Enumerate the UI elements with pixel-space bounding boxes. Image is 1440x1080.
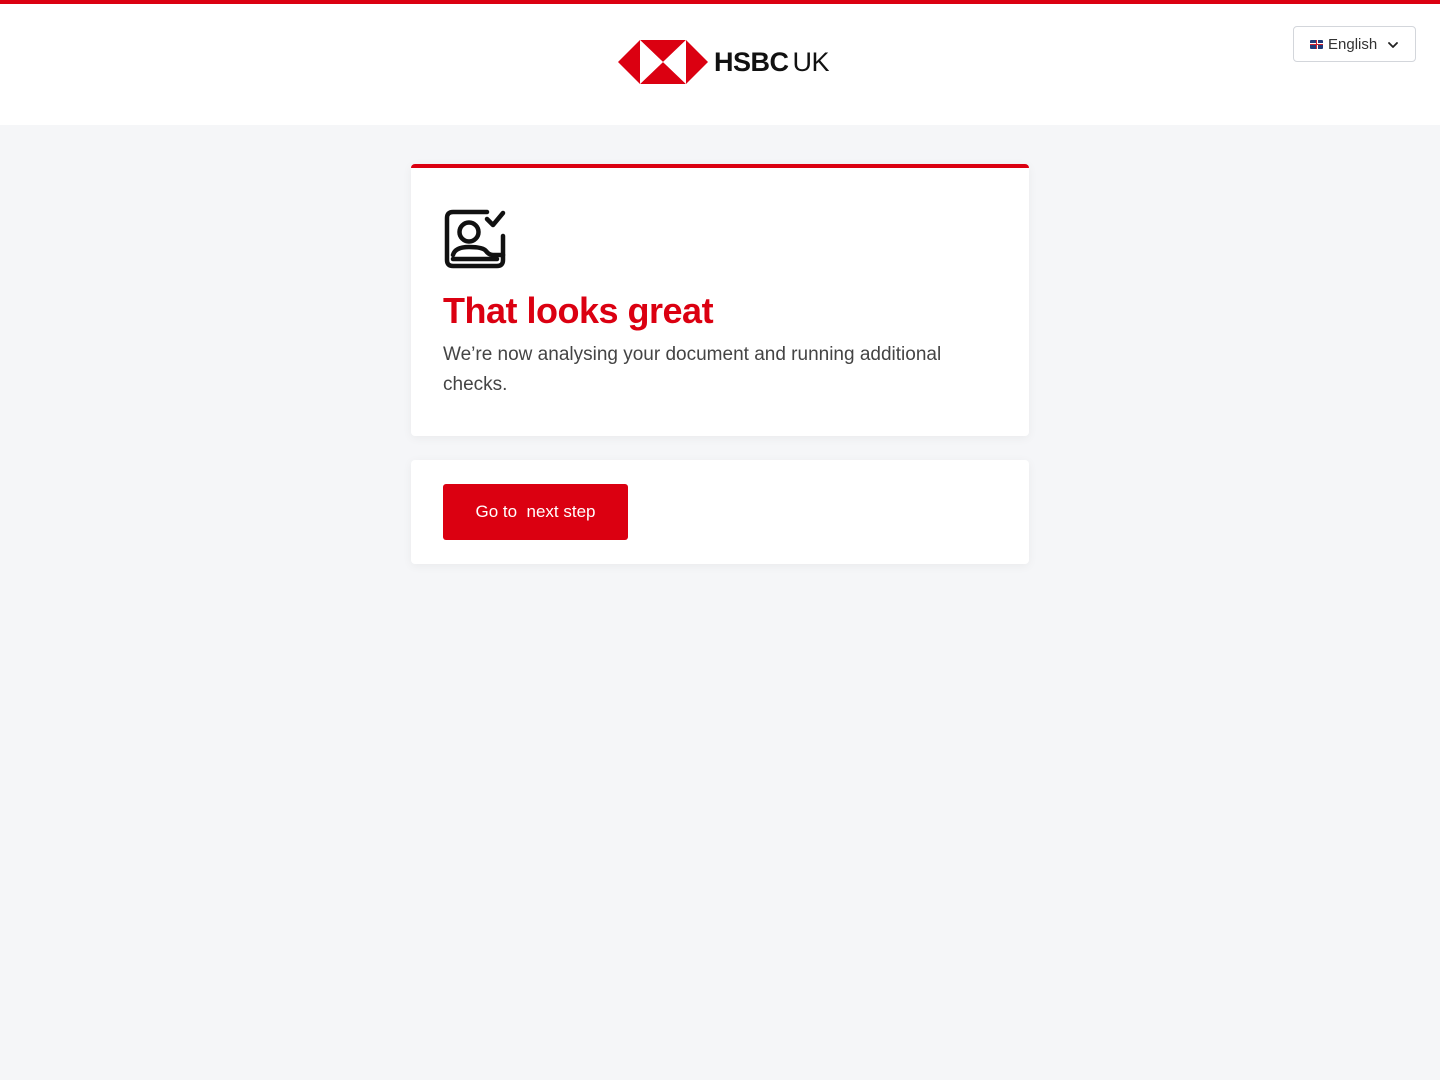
uk-flag-icon xyxy=(1310,39,1323,49)
language-selector[interactable]: English xyxy=(1293,26,1416,62)
page-title: That looks great xyxy=(443,290,714,331)
next-step-button[interactable]: Go to next step xyxy=(443,484,628,540)
status-card: That looks great We’re now analysing you… xyxy=(411,164,1029,436)
language-selected-label: English xyxy=(1328,35,1378,53)
logo-region-text: UK xyxy=(792,47,830,77)
id-card-checked-icon xyxy=(444,209,506,269)
chevron-down-icon xyxy=(1388,42,1398,48)
hsbc-logo[interactable]: HSBC UK xyxy=(618,40,830,84)
page-header: HSBC UK English xyxy=(0,4,1440,125)
action-card: Go to next step xyxy=(411,460,1029,564)
logo-brand-text: HSBC xyxy=(714,47,789,77)
hsbc-hexagon-logo-icon xyxy=(618,40,708,84)
status-description: We’re now analysing your document and ru… xyxy=(443,344,942,395)
